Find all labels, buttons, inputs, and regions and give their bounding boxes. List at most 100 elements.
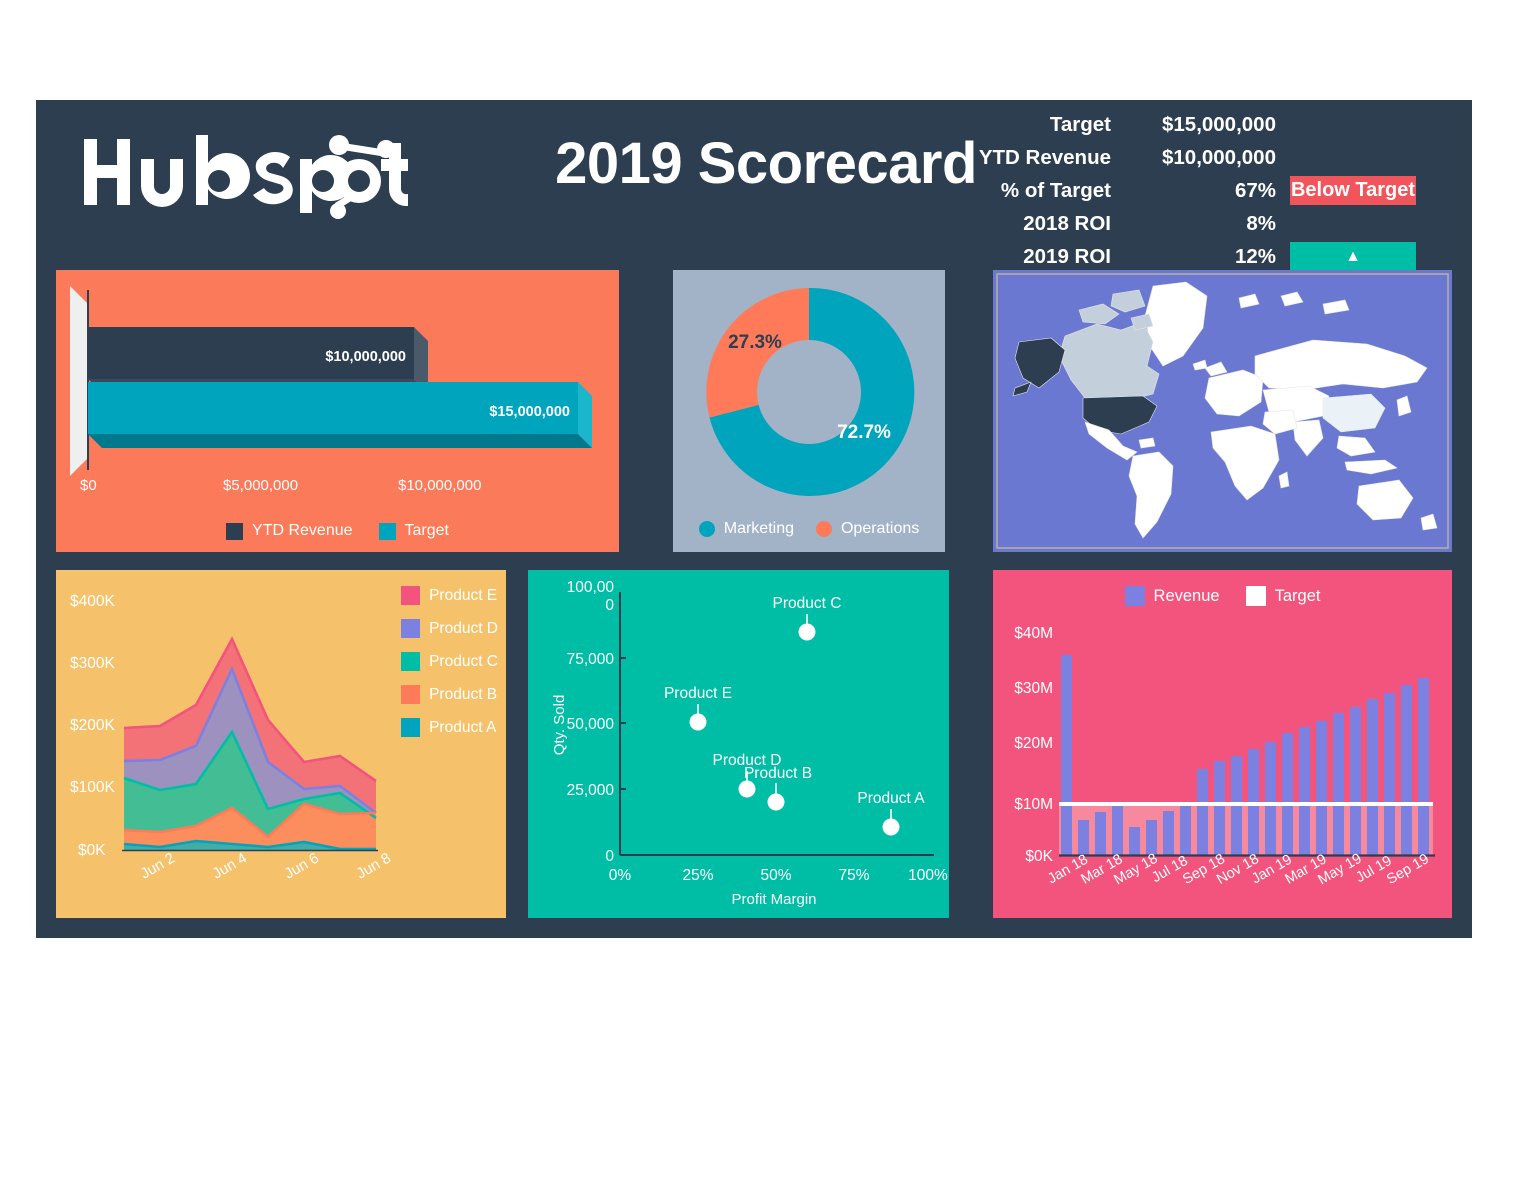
chart-panel-margin-vs-qty[interactable]: 100,00 0 75,000 50,000 25,000 0 0% 25% 5… bbox=[528, 570, 949, 918]
bullet-bar-svg: $10,000,000 $15,000,000 bbox=[70, 286, 592, 476]
ytick-area-400: $400K bbox=[70, 593, 115, 610]
scatter-point-product-a[interactable]: Product A bbox=[857, 790, 925, 836]
scatter-point-product-e[interactable]: Product E bbox=[664, 685, 732, 731]
chart-panel-monthly-revenue[interactable]: Revenue Target $40M $30M $20M $10M $0K J… bbox=[993, 570, 1452, 918]
legend-label-product-c: Product C bbox=[429, 652, 498, 670]
kpi-row-2019-roi: 2019 ROI 12% ▲ bbox=[979, 240, 1416, 273]
legend-monthly-revenue: Revenue Target bbox=[993, 586, 1452, 606]
legend-item-product-a[interactable]: Product A bbox=[401, 718, 498, 737]
bar-jul-19 bbox=[1367, 699, 1378, 855]
bar-jul-18 bbox=[1163, 811, 1174, 855]
ytick-area-0: $0K bbox=[78, 842, 106, 859]
xtick-scatter-25: 25% bbox=[682, 867, 713, 884]
legend-item-operations[interactable]: Operations bbox=[815, 520, 920, 538]
legend-swatch-ytd-revenue bbox=[226, 522, 244, 540]
kpi-badge-slot-trend: ▲ bbox=[1276, 240, 1416, 273]
xtick-scatter-75: 75% bbox=[838, 867, 869, 884]
legend-label-product-e: Product E bbox=[429, 586, 498, 604]
axis-title-x-scatter: Profit Margin bbox=[731, 891, 816, 908]
scatter-svg: 100,00 0 75,000 50,000 25,000 0 0% 25% 5… bbox=[551, 579, 948, 908]
legend-label-operations: Operations bbox=[840, 520, 920, 537]
xtick-area-3: Jun 8 bbox=[354, 850, 394, 883]
bar-feb-19 bbox=[1282, 733, 1293, 855]
ytick-col-20: $20M bbox=[1014, 735, 1053, 752]
legend-item-product-e[interactable]: Product E bbox=[401, 586, 498, 605]
kpi-badge-slot-empty-3 bbox=[1276, 207, 1416, 240]
bar-label-ytd-revenue: $10,000,000 bbox=[325, 349, 406, 365]
kpi-label-target: Target bbox=[1049, 113, 1111, 136]
xtick-area-2: Jun 6 bbox=[282, 850, 322, 883]
xtick-scatter-0: 0% bbox=[609, 867, 632, 884]
bar-aug-18 bbox=[1180, 804, 1191, 855]
xtick-col-10: Sep 19 bbox=[1384, 851, 1432, 888]
ytick-scatter-50000: 50,000 bbox=[567, 716, 615, 733]
legend-item-ytd-revenue[interactable]: YTD Revenue bbox=[226, 522, 353, 540]
legend-item-product-b[interactable]: Product B bbox=[401, 685, 498, 704]
legend-swatch-operations bbox=[815, 521, 832, 537]
ytick-scatter-100000-line2: 0 bbox=[605, 597, 614, 614]
legend-swatch-product-b bbox=[401, 685, 421, 704]
legend-revenue-vs-target: YTD Revenue Target bbox=[56, 522, 619, 540]
donut-chart: 27.3% 72.7% bbox=[673, 276, 945, 508]
legend-item-marketing[interactable]: Marketing bbox=[698, 520, 794, 538]
bar-may-19 bbox=[1333, 713, 1344, 855]
region-caribbean bbox=[1138, 437, 1156, 449]
chart-panel-world-revenue-map[interactable] bbox=[993, 270, 1452, 552]
legend-product-revenue: Product E Product D Product C Product B … bbox=[401, 586, 498, 751]
scatter-point-product-c[interactable]: Product C bbox=[773, 595, 842, 641]
legend-swatch-product-a bbox=[401, 718, 421, 737]
kpi-label-ytd-revenue: YTD Revenue bbox=[978, 146, 1111, 170]
ytick-scatter-100000-line1: 100,00 bbox=[567, 579, 615, 596]
ytick-col-30: $30M bbox=[1014, 680, 1053, 697]
bar-sep-18 bbox=[1197, 769, 1208, 855]
legend-label-target: Target bbox=[404, 522, 449, 539]
legend-item-revenue[interactable]: Revenue bbox=[1124, 586, 1220, 606]
legend-swatch-target bbox=[378, 522, 396, 540]
kpi-row-percent-of-target: % of Target 67% Below Target bbox=[979, 174, 1416, 207]
bar-may-18 bbox=[1129, 827, 1140, 855]
chart-panel-revenue-vs-target[interactable]: $10,000,000 $15,000,000 $0 $5,000,000 $1… bbox=[56, 270, 619, 552]
legend-label-product-b: Product B bbox=[429, 685, 498, 703]
bar-mar-19 bbox=[1299, 727, 1310, 855]
kpi-row-target: Target $15,000,000 bbox=[979, 108, 1416, 141]
legend-item-target[interactable]: Target bbox=[378, 522, 449, 540]
legend-item-product-d[interactable]: Product D bbox=[401, 619, 498, 638]
legend-swatch-product-e bbox=[401, 586, 421, 605]
xtick-bullet-0: $0 bbox=[80, 477, 97, 494]
legend-spend-split: Marketing Operations bbox=[673, 520, 945, 538]
xtick-scatter-50: 50% bbox=[760, 867, 791, 884]
chart-panel-spend-split[interactable]: 27.3% 72.7% Marketing Operations bbox=[673, 270, 945, 552]
legend-item-product-c[interactable]: Product C bbox=[401, 652, 498, 671]
donut-label-operations: 27.3% bbox=[728, 332, 782, 353]
ytick-area-300: $300K bbox=[70, 655, 115, 672]
ytick-scatter-25000: 25,000 bbox=[567, 782, 615, 799]
legend-swatch-product-c bbox=[401, 652, 421, 671]
legend-label-product-d: Product D bbox=[429, 619, 498, 637]
kpi-value-2019-roi: 12% bbox=[1234, 245, 1276, 269]
status-badge-trend-up: ▲ bbox=[1290, 242, 1416, 272]
kpi-value-ytd-revenue: $10,000,000 bbox=[1161, 146, 1276, 170]
bar-jan-19 bbox=[1265, 742, 1276, 855]
kpi-summary: Target $15,000,000 YTD Revenue $10,000,0… bbox=[979, 108, 1416, 274]
scatter-label-product-e: Product E bbox=[664, 685, 732, 702]
ytick-area-200: $200K bbox=[70, 717, 115, 734]
kpi-label-percent-of-target: % of Target bbox=[1000, 179, 1111, 203]
chart-panel-product-revenue-area[interactable]: $400K $300K $200K $100K $0K Jun 2 Jun 4 … bbox=[56, 570, 506, 918]
kpi-value-percent-of-target: 67% bbox=[1234, 179, 1276, 203]
legend-item-target-line[interactable]: Target bbox=[1245, 586, 1320, 606]
kpi-value-2018-roi: 8% bbox=[1246, 212, 1276, 236]
xtick-bullet-2: $10,000,000 bbox=[398, 477, 482, 494]
bar-aug-19 bbox=[1384, 693, 1395, 855]
ytick-scatter-75000: 75,000 bbox=[567, 651, 615, 668]
scatter-label-product-a: Product A bbox=[857, 790, 925, 807]
ytick-col-40: $40M bbox=[1014, 625, 1053, 642]
scatter-label-product-b: Product B bbox=[744, 765, 812, 782]
bar-mar-18 bbox=[1095, 812, 1106, 855]
legend-swatch-target-line bbox=[1245, 586, 1266, 606]
bar-jun-18 bbox=[1146, 820, 1157, 855]
bar-apr-19 bbox=[1316, 721, 1327, 855]
bar-label-target: $15,000,000 bbox=[489, 404, 570, 420]
bar-jan-18 bbox=[1061, 655, 1072, 855]
legend-swatch-revenue bbox=[1124, 586, 1145, 606]
donut-svg: 27.3% 72.7% bbox=[706, 287, 915, 496]
